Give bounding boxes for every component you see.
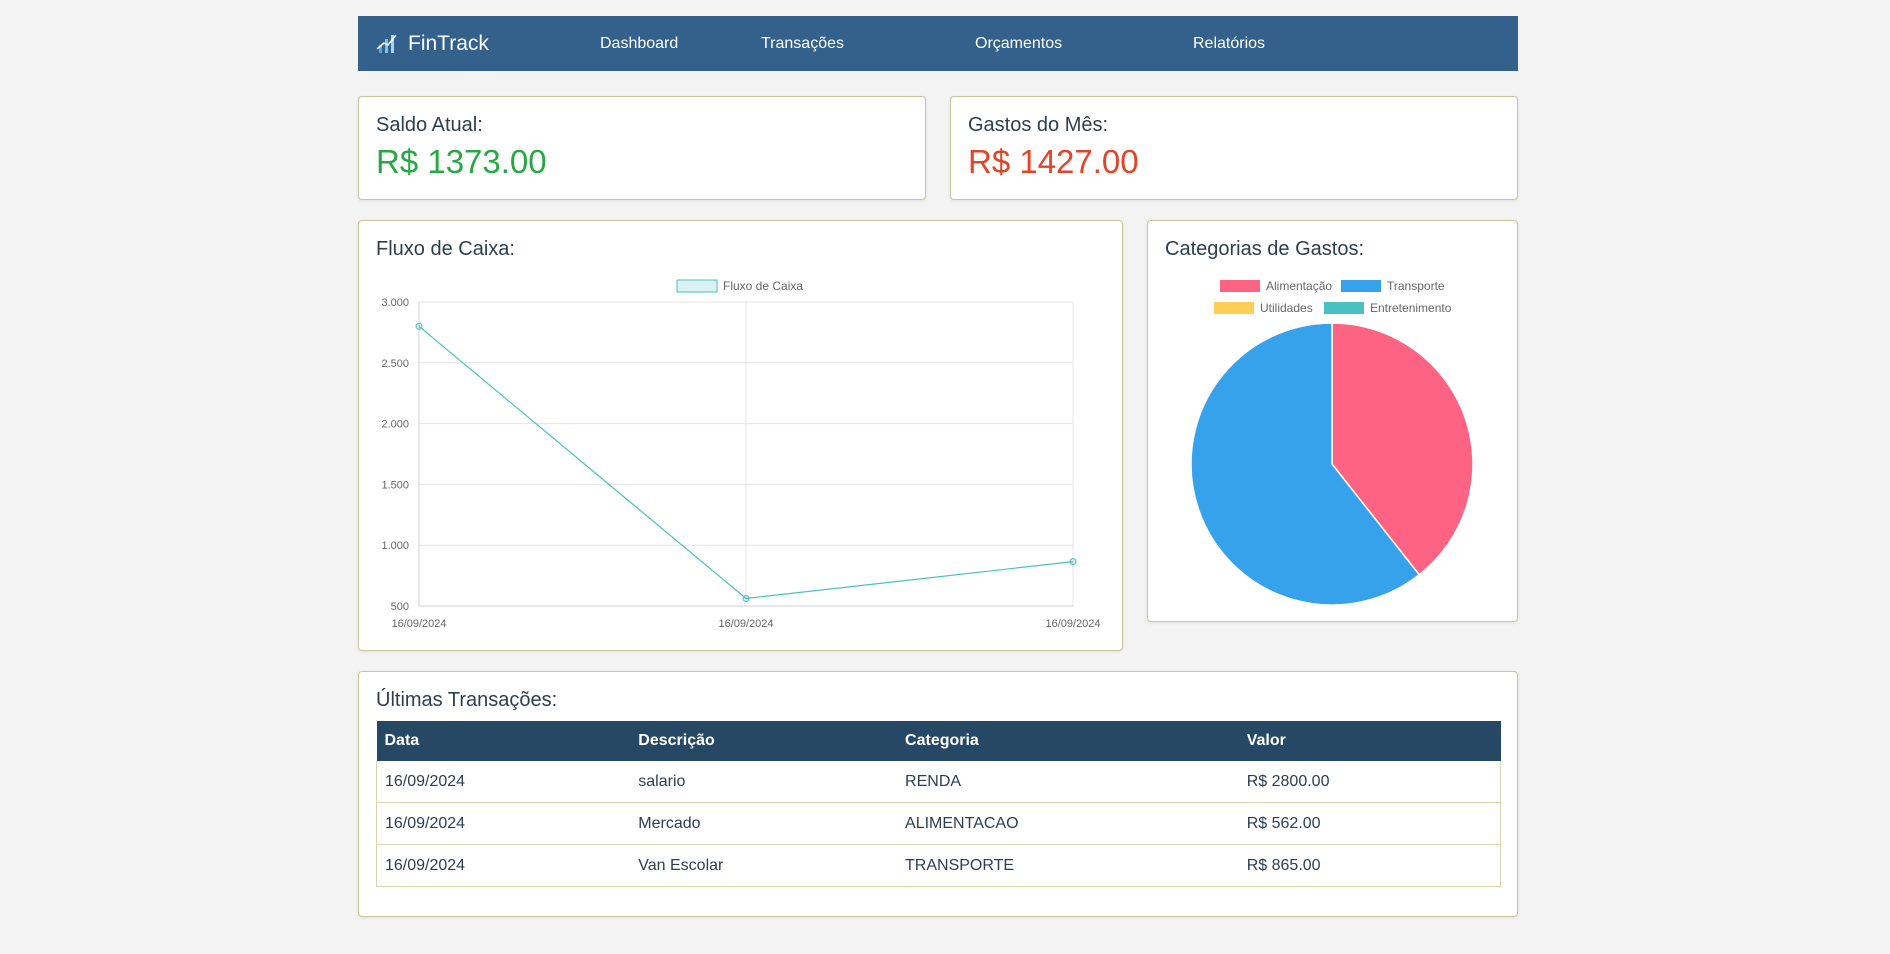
table-row: 16/09/2024 Van Escolar TRANSPORTE R$ 865… — [376, 844, 1501, 887]
chart-legend: Alimentação Transporte Utilidades Entreteni… — [1214, 279, 1452, 315]
legend-label: Utilidades — [1260, 301, 1313, 315]
expense-categories-chart: Alimentação Transporte Utilidades Entreteni… — [1190, 279, 1474, 606]
y-tick-label: 2.500 — [381, 358, 409, 370]
balance-label: Saldo Atual: — [376, 114, 483, 136]
column-header-descricao: Descrição — [630, 721, 898, 761]
legend-swatch — [1341, 280, 1381, 292]
nav-link-orcamentos[interactable]: Orçamentos — [975, 16, 1062, 71]
chart-legend: Fluxo de Caixa — [676, 279, 803, 293]
data-point — [1069, 558, 1077, 566]
cell-category: ALIMENTACAO — [897, 802, 1239, 845]
brand-name: FinTrack — [408, 31, 489, 55]
x-tick-label: 16/09/2024 — [1045, 618, 1100, 630]
legend-swatch — [1220, 280, 1260, 292]
cell-date: 16/09/2024 — [376, 844, 631, 887]
table-header-row: Data Descrição Categoria Valor — [376, 721, 1501, 761]
table-row: 16/09/2024 Mercado ALIMENTACAO R$ 562.00 — [376, 802, 1501, 845]
table-row: 16/09/2024 salario RENDA R$ 2800.00 — [376, 761, 1501, 803]
column-header-data: Data — [376, 721, 631, 761]
y-tick-label: 1.500 — [381, 479, 409, 491]
data-point — [415, 322, 423, 330]
cell-description: Mercado — [630, 802, 898, 845]
cell-description: salario — [630, 761, 898, 803]
top-navbar: FinTrack Dashboard Transações Orçamentos… — [358, 16, 1518, 71]
cell-category: TRANSPORTE — [897, 844, 1239, 887]
cell-amount: R$ 2800.00 — [1238, 761, 1501, 803]
x-tick-label: 16/09/2024 — [391, 618, 446, 630]
finance-chart-icon — [376, 34, 397, 53]
legend-swatch — [1214, 302, 1254, 314]
nav-link-dashboard[interactable]: Dashboard — [600, 16, 678, 71]
monthly-expenses-card: Gastos do Mês: R$ 1427.00 — [950, 96, 1518, 200]
legend-label: Alimentação — [1266, 279, 1332, 293]
cell-amount: R$ 865.00 — [1238, 844, 1501, 887]
y-tick-label: 2.000 — [381, 419, 409, 431]
recent-transactions-title: Últimas Transações: — [376, 689, 558, 711]
data-point — [742, 594, 750, 602]
cash-flow-chart: Fluxo de Caixa 3.000 2.500 2.000 1.500 1.000 5… — [381, 279, 1100, 630]
nav-link-relatorios[interactable]: Relatórios — [1193, 16, 1265, 71]
column-header-valor: Valor — [1238, 721, 1501, 761]
recent-transactions-card: Últimas Transações: Data Descrição Categ… — [358, 671, 1518, 917]
balance-card: Saldo Atual: R$ 1373.00 — [358, 96, 926, 200]
cell-date: 16/09/2024 — [376, 802, 631, 845]
y-tick-label: 1.000 — [381, 540, 409, 552]
cell-amount: R$ 562.00 — [1238, 802, 1501, 845]
monthly-expenses-label: Gastos do Mês: — [968, 114, 1109, 136]
column-header-categoria: Categoria — [897, 721, 1239, 761]
nav-link-transacoes[interactable]: Transações — [761, 16, 844, 71]
cell-category: RENDA — [897, 761, 1239, 803]
cell-description: Van Escolar — [630, 844, 898, 887]
legend-label: Entretenimento — [1370, 301, 1452, 315]
cash-flow-card: Fluxo de Caixa: Fluxo de Caixa 3.000 2.500… — [358, 220, 1123, 651]
balance-value: R$ 1373.00 — [376, 143, 547, 180]
legend-swatch — [1324, 302, 1364, 314]
y-tick-label: 3.000 — [381, 297, 409, 309]
legend-swatch — [676, 279, 718, 293]
brand[interactable]: FinTrack — [376, 16, 489, 71]
cell-date: 16/09/2024 — [376, 761, 631, 803]
y-tick-label: 500 — [391, 601, 409, 613]
x-tick-label: 16/09/2024 — [718, 618, 773, 630]
expense-categories-card: Categorias de Gastos: Alimentação Transpo… — [1147, 220, 1518, 622]
monthly-expenses-value: R$ 1427.00 — [968, 143, 1139, 180]
transactions-table: Data Descrição Categoria Valor 16/09/202… — [376, 721, 1501, 887]
legend-label: Transporte — [1387, 279, 1445, 293]
legend-label: Fluxo de Caixa — [723, 279, 803, 293]
